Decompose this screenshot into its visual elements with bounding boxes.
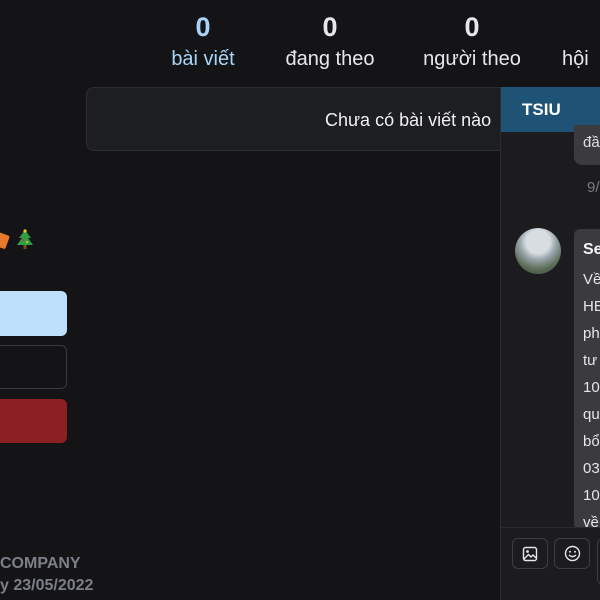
stat-followers[interactable]: 0 người theo <box>420 12 524 72</box>
avatar[interactable] <box>515 228 561 274</box>
message-line: 10 <box>583 379 600 396</box>
message-line: HE <box>583 298 600 315</box>
gift-icon <box>0 230 10 250</box>
attach-image-button[interactable] <box>512 538 548 569</box>
footer-date: y 23/05/2022 <box>0 577 94 594</box>
groups-label: hội <box>562 48 589 70</box>
following-label: đang theo <box>285 48 375 70</box>
empty-posts-card: Chưa có bài viết nào <box>86 87 526 151</box>
message-line: 03 <box>583 460 600 477</box>
primary-action-button[interactable] <box>0 291 67 336</box>
message-sender: Se <box>583 241 600 258</box>
following-count: 0 <box>322 12 338 42</box>
message-line: bổ <box>583 433 600 450</box>
followers-label: người theo <box>423 48 521 70</box>
message-line: Về <box>583 271 600 288</box>
message-line: qu <box>583 406 600 423</box>
chat-panel: TSIU đầ 9/ Se Về HE ph tư 10 qu bổ 03 10… <box>500 87 600 600</box>
emoji-button[interactable] <box>554 538 590 569</box>
chat-composer <box>501 527 600 600</box>
smiley-icon <box>564 545 580 562</box>
message-line: ph <box>583 325 600 342</box>
christmas-tree-icon <box>17 229 34 250</box>
message-timestamp: 9/ <box>587 179 600 196</box>
posts-label: bài viết <box>171 48 235 70</box>
danger-action-button[interactable] <box>0 399 67 443</box>
stat-following[interactable]: 0 đang theo <box>280 12 380 72</box>
bio-emoji-row <box>0 228 35 251</box>
message-line: tư <box>583 352 598 369</box>
message-line: về <box>583 514 599 529</box>
stat-groups[interactable]: hội <box>562 12 600 72</box>
sidebar-footer: COMPANY y 23/05/2022 <box>0 553 93 597</box>
message-bubble: Se Về HE ph tư 10 qu bổ 03 10 về <box>574 229 600 529</box>
image-icon <box>522 546 538 561</box>
empty-posts-text: Chưa có bài viết nào <box>325 110 492 130</box>
previous-message-bubble: đầ <box>574 125 600 165</box>
message-line: 10 <box>583 487 600 504</box>
previous-message-text: đầ <box>583 134 600 151</box>
secondary-action-button[interactable] <box>0 345 67 389</box>
posts-count: 0 <box>195 12 211 42</box>
followers-count: 0 <box>464 12 480 42</box>
footer-company: COMPANY <box>0 555 81 572</box>
chat-title: TSIU <box>522 100 561 119</box>
stat-posts[interactable]: 0 bài viết <box>166 12 240 72</box>
